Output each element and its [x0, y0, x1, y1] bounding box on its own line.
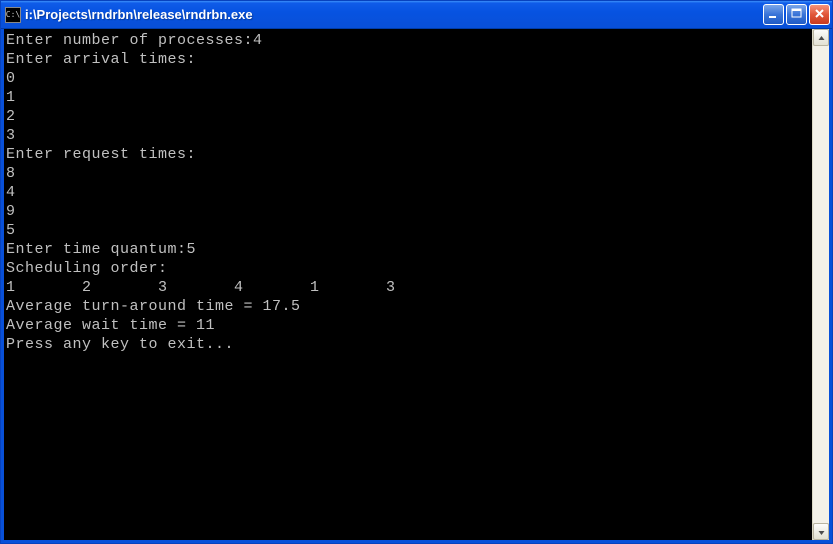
chevron-up-icon — [818, 29, 825, 47]
close-icon — [813, 7, 826, 23]
chevron-down-icon — [818, 523, 825, 541]
window-title: i:\Projects\rndrbn\release\rndrbn.exe — [25, 7, 763, 22]
minimize-button[interactable] — [763, 4, 784, 25]
scroll-up-button[interactable] — [813, 29, 829, 46]
window-controls — [763, 4, 830, 25]
titlebar[interactable]: C:\ i:\Projects\rndrbn\release\rndrbn.ex… — [1, 1, 832, 29]
app-icon: C:\ — [5, 7, 21, 23]
content-area: Enter number of processes:4 Enter arriva… — [1, 29, 832, 543]
scroll-track[interactable] — [813, 46, 829, 523]
maximize-button[interactable] — [786, 4, 807, 25]
close-button[interactable] — [809, 4, 830, 25]
scroll-down-button[interactable] — [813, 523, 829, 540]
maximize-icon — [790, 7, 803, 23]
vertical-scrollbar[interactable] — [812, 29, 829, 540]
console-output: Enter number of processes:4 Enter arriva… — [4, 29, 812, 540]
application-window: C:\ i:\Projects\rndrbn\release\rndrbn.ex… — [0, 0, 833, 544]
minimize-icon — [767, 7, 780, 23]
